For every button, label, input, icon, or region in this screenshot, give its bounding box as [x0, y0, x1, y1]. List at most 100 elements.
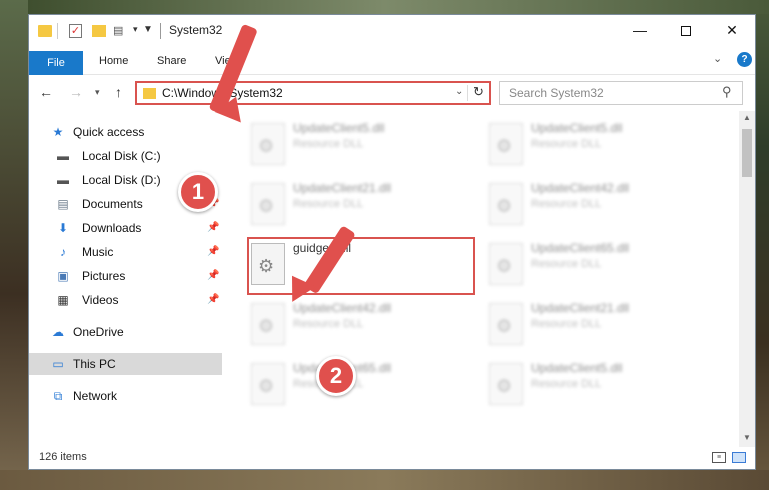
- desktop-background-bottom: [0, 470, 769, 490]
- computer-icon: ▭: [52, 357, 64, 371]
- sidebar-item-label: Pictures: [82, 269, 126, 283]
- title-divider: [160, 23, 161, 39]
- back-arrow-icon[interactable]: ←: [39, 84, 53, 100]
- chevron-down-icon[interactable]: ▾: [133, 24, 138, 40]
- dll-file-icon: [251, 123, 285, 165]
- item-count: 126 items: [39, 451, 87, 463]
- details-view-icon[interactable]: ≡: [712, 452, 726, 463]
- address-bar[interactable]: C:\Windows\System32 ⌄ ↻: [135, 81, 491, 105]
- tab-home[interactable]: Home: [89, 50, 138, 72]
- file-name: UpdateClient42.dll: [293, 301, 392, 315]
- up-arrow-icon[interactable]: ↑: [115, 84, 122, 100]
- customize-toolbar-icon[interactable]: ▼: [143, 24, 153, 40]
- forward-arrow-icon[interactable]: →: [69, 84, 83, 100]
- tab-file[interactable]: File: [29, 51, 83, 75]
- file-name: UpdateClient5.dll: [293, 121, 385, 135]
- file-type: Resource DLL: [531, 318, 602, 330]
- dll-file-icon: [251, 183, 285, 225]
- file-type: Resource DLL: [293, 198, 364, 210]
- star-icon: ★: [52, 125, 64, 139]
- file-item[interactable]: UpdateClient65.dll Resource DLL: [481, 237, 711, 289]
- file-item[interactable]: UpdateClient21.dll Resource DLL: [243, 177, 473, 229]
- toolbar-divider: [57, 23, 58, 39]
- sidebar-item-onedrive[interactable]: ☁ OneDrive: [29, 321, 222, 343]
- sidebar-item-network[interactable]: ⧉ Network: [29, 385, 222, 407]
- sidebar-item-pictures[interactable]: ▣ Pictures 📌: [29, 265, 222, 287]
- minimize-button[interactable]: —: [617, 15, 663, 45]
- refresh-icon[interactable]: ↻: [473, 84, 484, 100]
- tab-share[interactable]: Share: [147, 50, 196, 72]
- ribbon: File Home Share View ⌄ ?: [29, 45, 755, 75]
- downloads-icon: ⬇: [57, 221, 69, 235]
- file-item[interactable]: UpdateClient42.dll Resource DLL: [481, 177, 711, 229]
- folder-icon: [38, 25, 52, 37]
- expand-ribbon-icon[interactable]: ⌄: [713, 52, 722, 65]
- file-name: UpdateClient21.dll: [531, 301, 630, 315]
- sidebar-item-label: OneDrive: [73, 325, 124, 339]
- scroll-thumb[interactable]: [742, 129, 752, 177]
- file-item[interactable]: UpdateClient65.dll Resource DLL: [243, 357, 473, 409]
- sidebar-item-label: This PC: [73, 357, 116, 371]
- maximize-icon: [681, 26, 691, 37]
- file-item[interactable]: UpdateClient5.dll Resource DLL: [481, 117, 711, 169]
- file-item[interactable]: UpdateClient5.dll Resource DLL: [481, 357, 711, 409]
- sidebar-item-label: Quick access: [73, 125, 145, 139]
- file-name: UpdateClient21.dll: [293, 181, 392, 195]
- search-input[interactable]: Search System32 ⚲: [499, 81, 743, 105]
- rename-icon[interactable]: ▤: [113, 25, 127, 37]
- file-type: Resource DLL: [531, 258, 602, 270]
- sidebar-item-label: Local Disk (D:): [82, 173, 161, 187]
- file-item[interactable]: UpdateClient5.dll Resource DLL: [243, 117, 473, 169]
- dll-file-icon: [489, 243, 523, 285]
- file-type: Resource DLL: [531, 378, 602, 390]
- dll-file-icon: [489, 123, 523, 165]
- sidebar-item-label: Downloads: [82, 221, 142, 235]
- sidebar-item-this-pc[interactable]: ▭ This PC: [29, 353, 222, 375]
- step-badge-1: 1: [178, 172, 218, 212]
- desktop-background-left: [0, 0, 28, 490]
- file-name: UpdateClient5.dll: [531, 361, 623, 375]
- help-icon[interactable]: ?: [737, 52, 752, 67]
- sidebar-item-music[interactable]: ♪ Music 📌: [29, 241, 222, 263]
- recent-locations-icon[interactable]: ▾: [95, 87, 100, 98]
- navigation-pane: ★ Quick access ▬ Local Disk (C:) ▬ Local…: [29, 111, 222, 441]
- window-title: System32: [169, 23, 223, 37]
- desktop-background-top: [0, 0, 769, 14]
- drive-icon: ▬: [57, 173, 69, 187]
- scroll-down-icon[interactable]: ▼: [743, 433, 751, 442]
- sidebar-item-local-disk-c[interactable]: ▬ Local Disk (C:): [29, 145, 222, 167]
- sidebar-item-downloads[interactable]: ⬇ Downloads 📌: [29, 217, 222, 239]
- vertical-scrollbar[interactable]: ▲ ▼: [739, 111, 755, 447]
- sidebar-item-quick-access[interactable]: ★ Quick access: [29, 121, 222, 143]
- file-explorer-window: ✓ ▤ ▾ ▼ System32 — ✕ File Home Share Vie…: [28, 14, 756, 470]
- file-name: UpdateClient65.dll: [531, 241, 630, 255]
- new-folder-icon[interactable]: [92, 25, 106, 37]
- pin-icon[interactable]: 📌: [207, 241, 219, 263]
- search-placeholder: Search System32: [509, 86, 604, 100]
- music-icon: ♪: [60, 245, 66, 259]
- file-type: Resource DLL: [531, 198, 602, 210]
- pin-icon[interactable]: 📌: [207, 265, 219, 287]
- sidebar-item-videos[interactable]: ▦ Videos 📌: [29, 289, 222, 311]
- file-type: Resource DLL: [293, 138, 364, 150]
- maximize-button[interactable]: [663, 15, 709, 45]
- dll-file-icon: [489, 303, 523, 345]
- sidebar-item-label: Videos: [82, 293, 119, 307]
- file-item[interactable]: UpdateClient21.dll Resource DLL: [481, 297, 711, 349]
- documents-icon: ▤: [57, 197, 69, 211]
- close-button[interactable]: ✕: [709, 15, 755, 45]
- properties-icon[interactable]: ✓: [69, 24, 82, 38]
- pin-icon[interactable]: 📌: [207, 217, 219, 239]
- file-type: Resource DLL: [293, 318, 364, 330]
- dll-file-icon: [251, 303, 285, 345]
- dll-file-icon: [489, 363, 523, 405]
- pin-icon[interactable]: 📌: [207, 289, 219, 311]
- search-icon[interactable]: ⚲: [722, 84, 732, 100]
- chevron-down-icon[interactable]: ⌄: [455, 86, 463, 97]
- sidebar-item-label: Documents: [82, 197, 143, 211]
- file-name: UpdateClient42.dll: [531, 181, 630, 195]
- tiles-view-icon[interactable]: [732, 452, 746, 463]
- file-item[interactable]: UpdateClient42.dll Resource DLL: [243, 297, 473, 349]
- videos-icon: ▦: [57, 293, 69, 307]
- scroll-up-icon[interactable]: ▲: [743, 113, 751, 122]
